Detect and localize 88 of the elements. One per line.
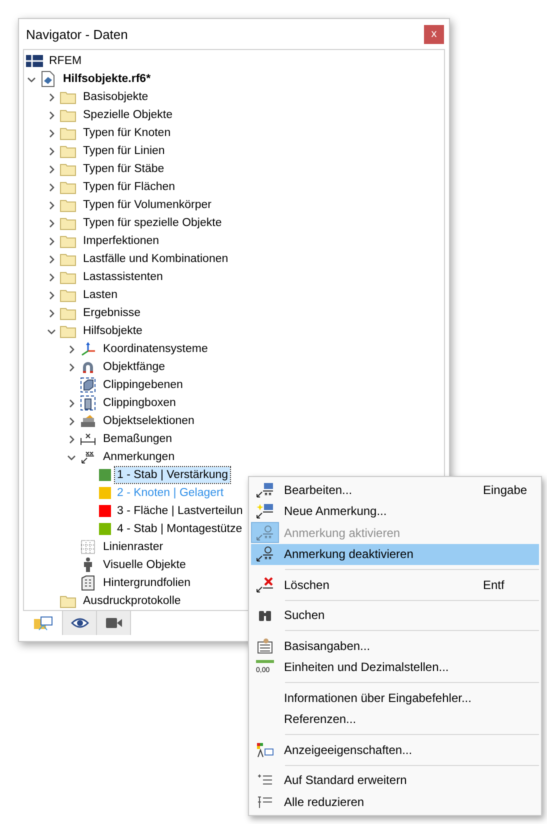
tree-item[interactable]: Objektselektionen [101, 413, 196, 429]
cube-icon [80, 377, 96, 393]
tree-item[interactable]: Typen für Volumenkörper [81, 197, 214, 213]
menu-item[interactable]: Löschen Entf [251, 574, 539, 596]
collapse-list-icon [257, 794, 273, 810]
folder-icon [60, 216, 76, 230]
display-properties-icon [256, 742, 274, 758]
folder-icon [60, 594, 76, 608]
menu-item[interactable]: Anmerkung deaktivieren [251, 544, 539, 565]
chevron-down-icon[interactable] [66, 452, 76, 462]
tree-item[interactable]: Typen für Knoten [81, 125, 173, 141]
folder-icon [60, 234, 76, 248]
menu-item[interactable]: Suchen [251, 604, 539, 626]
tree-item[interactable]: Lastassistenten [81, 269, 165, 285]
tree-item[interactable]: Bemaßungen [101, 431, 174, 447]
annotation-icon [256, 482, 274, 498]
folder-icon [60, 90, 76, 104]
tree-item[interactable]: Anmerkungen [101, 449, 177, 465]
tree-item[interactable]: Typen für Linien [81, 143, 167, 159]
tree-item[interactable]: Typen für Flächen [81, 179, 178, 195]
grid-icon [81, 540, 95, 554]
menu-item[interactable]: Basisangaben... [251, 635, 539, 656]
cube-icon [80, 395, 96, 411]
menu-item[interactable]: Neue Anmerkung... [251, 500, 539, 522]
delete-annotation-icon [256, 576, 274, 593]
folder-icon [60, 288, 76, 302]
folder-icon [60, 270, 76, 284]
tree-item[interactable]: Imperfektionen [81, 233, 162, 249]
folder-icon [60, 252, 76, 266]
document-icon [41, 71, 55, 87]
folder-icon [60, 306, 76, 320]
menu-item[interactable]: Informationen über Eingabefehler... [251, 687, 539, 708]
close-button[interactable]: x [424, 24, 444, 44]
annotation-icon [256, 546, 274, 562]
folder-icon [60, 324, 76, 338]
navigator-tab[interactable] [63, 611, 97, 635]
tree-item[interactable]: RFEM [47, 53, 84, 69]
chevron-down-icon[interactable] [26, 74, 36, 84]
tree-item[interactable]: Objektfänge [101, 359, 168, 375]
shortcut-text: Entf [483, 578, 506, 592]
navigator-data-icon [32, 615, 52, 631]
window-title: Navigator - Daten [26, 26, 128, 42]
tree-item[interactable]: 1 - Stab | Verstärkung [115, 467, 230, 483]
building-icon [81, 575, 95, 591]
tree-item[interactable]: Typen für spezielle Objekte [81, 215, 224, 231]
tree-item[interactable]: Hintergrundfolien [101, 575, 193, 591]
flag-icon [26, 55, 42, 67]
tree-item[interactable]: 4 - Stab | Montagestütze [115, 521, 244, 537]
tree-item[interactable]: 3 - Fläche | Lastverteilun [115, 503, 245, 519]
dimension-icon [80, 432, 96, 446]
axes-icon [80, 342, 96, 356]
tree-item[interactable]: Koordinatensysteme [101, 341, 210, 357]
tree-item[interactable]: Ergebnisse [81, 305, 143, 321]
selection-icon [80, 414, 96, 428]
shortcut-text: Eingabe [483, 482, 528, 497]
folder-icon [60, 144, 76, 158]
annotation-icon [256, 524, 274, 541]
folder-icon [60, 108, 76, 122]
menu-item[interactable]: Auf Standard erweitern [251, 770, 539, 791]
menu-item[interactable]: Alle reduzieren [251, 791, 539, 812]
menu-item[interactable]: Anzeigeeigenschaften... [251, 739, 539, 760]
annotation-icon [80, 450, 96, 464]
magnet-icon [81, 360, 95, 374]
video-camera-icon [104, 617, 122, 629]
tree-item[interactable]: Typen für Stäbe [81, 161, 166, 177]
tree-item[interactable]: Basisobjekte [81, 89, 150, 105]
tree-item[interactable]: Hilfsobjekte.rf6* [61, 71, 153, 87]
tree-item[interactable]: Ausdruckprotokolle [81, 593, 183, 609]
navigator-tab[interactable] [97, 611, 131, 635]
form-icon [257, 638, 273, 654]
tree-item[interactable]: Hilfsobjekte [81, 323, 144, 339]
folder-icon [60, 198, 76, 212]
folder-icon [60, 126, 76, 140]
tree-item[interactable]: Clippingboxen [101, 395, 178, 411]
chevron-down-icon[interactable] [46, 326, 56, 336]
menu-item[interactable]: Referenzen... [251, 708, 539, 730]
new-annotation-icon [256, 503, 274, 520]
folder-icon [60, 162, 76, 176]
eye-icon [70, 617, 88, 629]
tree-item[interactable]: Spezielle Objekte [81, 107, 174, 123]
person-icon [82, 557, 94, 573]
tree-item[interactable]: Lasten [81, 287, 120, 303]
tree-item[interactable]: Lastfälle und Kombinationen [81, 251, 230, 267]
folder-icon [60, 180, 76, 194]
tree-item[interactable]: Clippingebenen [101, 377, 185, 393]
tree-item[interactable]: Visuelle Objekte [101, 557, 188, 573]
menu-item[interactable]: Bearbeiten... Eingabe [251, 479, 539, 500]
tree-item[interactable]: Linienraster [101, 539, 166, 555]
